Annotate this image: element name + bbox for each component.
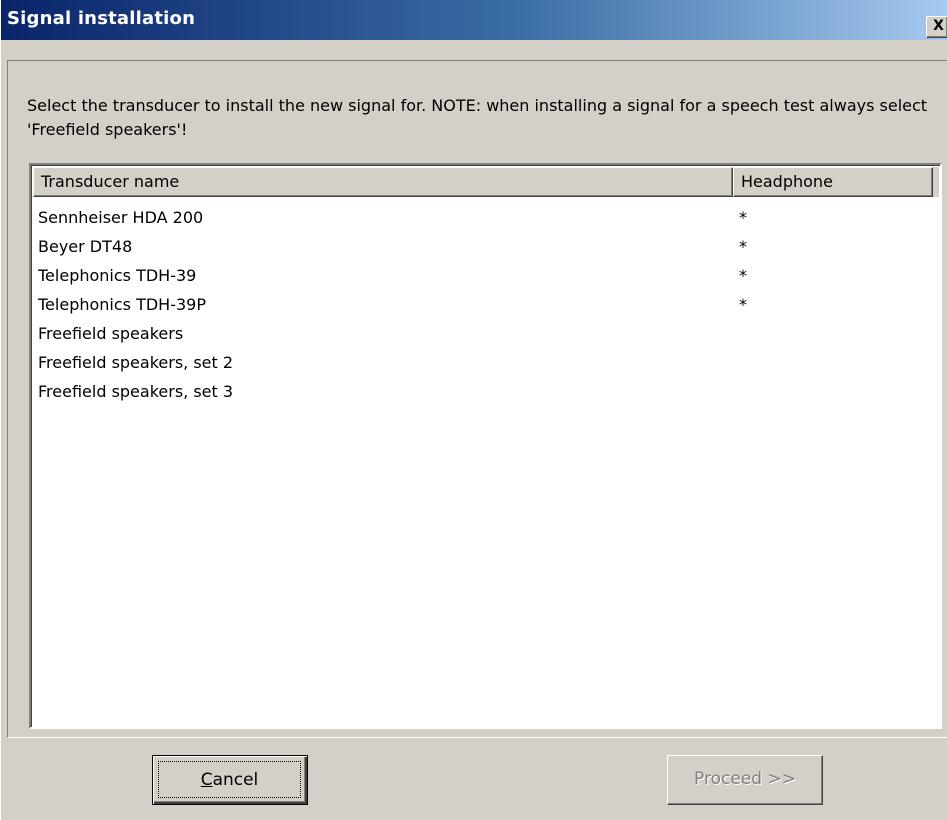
proceed-label: Proceed >> xyxy=(694,769,796,789)
transducer-list[interactable]: Transducer name Headphone Sennheiser HDA… xyxy=(29,163,942,729)
proceed-button: Proceed >> xyxy=(667,755,823,805)
headphone-flag: * xyxy=(739,266,747,285)
close-icon: X xyxy=(933,18,944,34)
focus-ring: Cancel xyxy=(158,761,301,798)
transducer-name: Freefield speakers xyxy=(38,324,184,343)
list-item[interactable]: Freefield speakers, set 2 xyxy=(38,348,938,377)
list-rows: Sennheiser HDA 200 * Beyer DT48 * Teleph… xyxy=(38,203,938,406)
transducer-name: Sennheiser HDA 200 xyxy=(38,208,204,227)
column-header-transducer-name[interactable]: Transducer name xyxy=(33,167,733,197)
list-item[interactable]: Sennheiser HDA 200 * xyxy=(38,203,938,232)
transducer-name: Beyer DT48 xyxy=(38,237,133,256)
headphone-flag: * xyxy=(739,237,747,256)
list-item[interactable]: Freefield speakers xyxy=(38,319,938,348)
cancel-button[interactable]: Cancel xyxy=(152,755,308,805)
window-title: Signal installation xyxy=(7,8,196,29)
signal-installation-dialog: Signal installation X Select the transdu… xyxy=(0,0,947,820)
list-item[interactable]: Telephonics TDH-39 * xyxy=(38,261,938,290)
transducer-name: Freefield speakers, set 3 xyxy=(38,382,234,401)
transducer-name: Telephonics TDH-39P xyxy=(38,295,206,314)
list-item[interactable]: Beyer DT48 * xyxy=(38,232,938,261)
instruction-text: Select the transducer to install the new… xyxy=(27,96,928,139)
list-item[interactable]: Freefield speakers, set 3 xyxy=(38,377,938,406)
title-bar[interactable]: Signal installation X xyxy=(1,0,947,40)
cancel-mnemonic: C xyxy=(200,770,213,790)
cancel-label: ancel xyxy=(212,770,259,790)
headphone-flag: * xyxy=(739,295,747,314)
transducer-name: Freefield speakers, set 2 xyxy=(38,353,234,372)
transducer-name: Telephonics TDH-39 xyxy=(38,266,197,285)
list-header: Transducer name Headphone xyxy=(33,167,939,197)
list-item[interactable]: Telephonics TDH-39P * xyxy=(38,290,938,319)
close-button[interactable]: X xyxy=(926,16,947,38)
column-header-headphone[interactable]: Headphone xyxy=(733,167,933,197)
headphone-flag: * xyxy=(739,208,747,227)
